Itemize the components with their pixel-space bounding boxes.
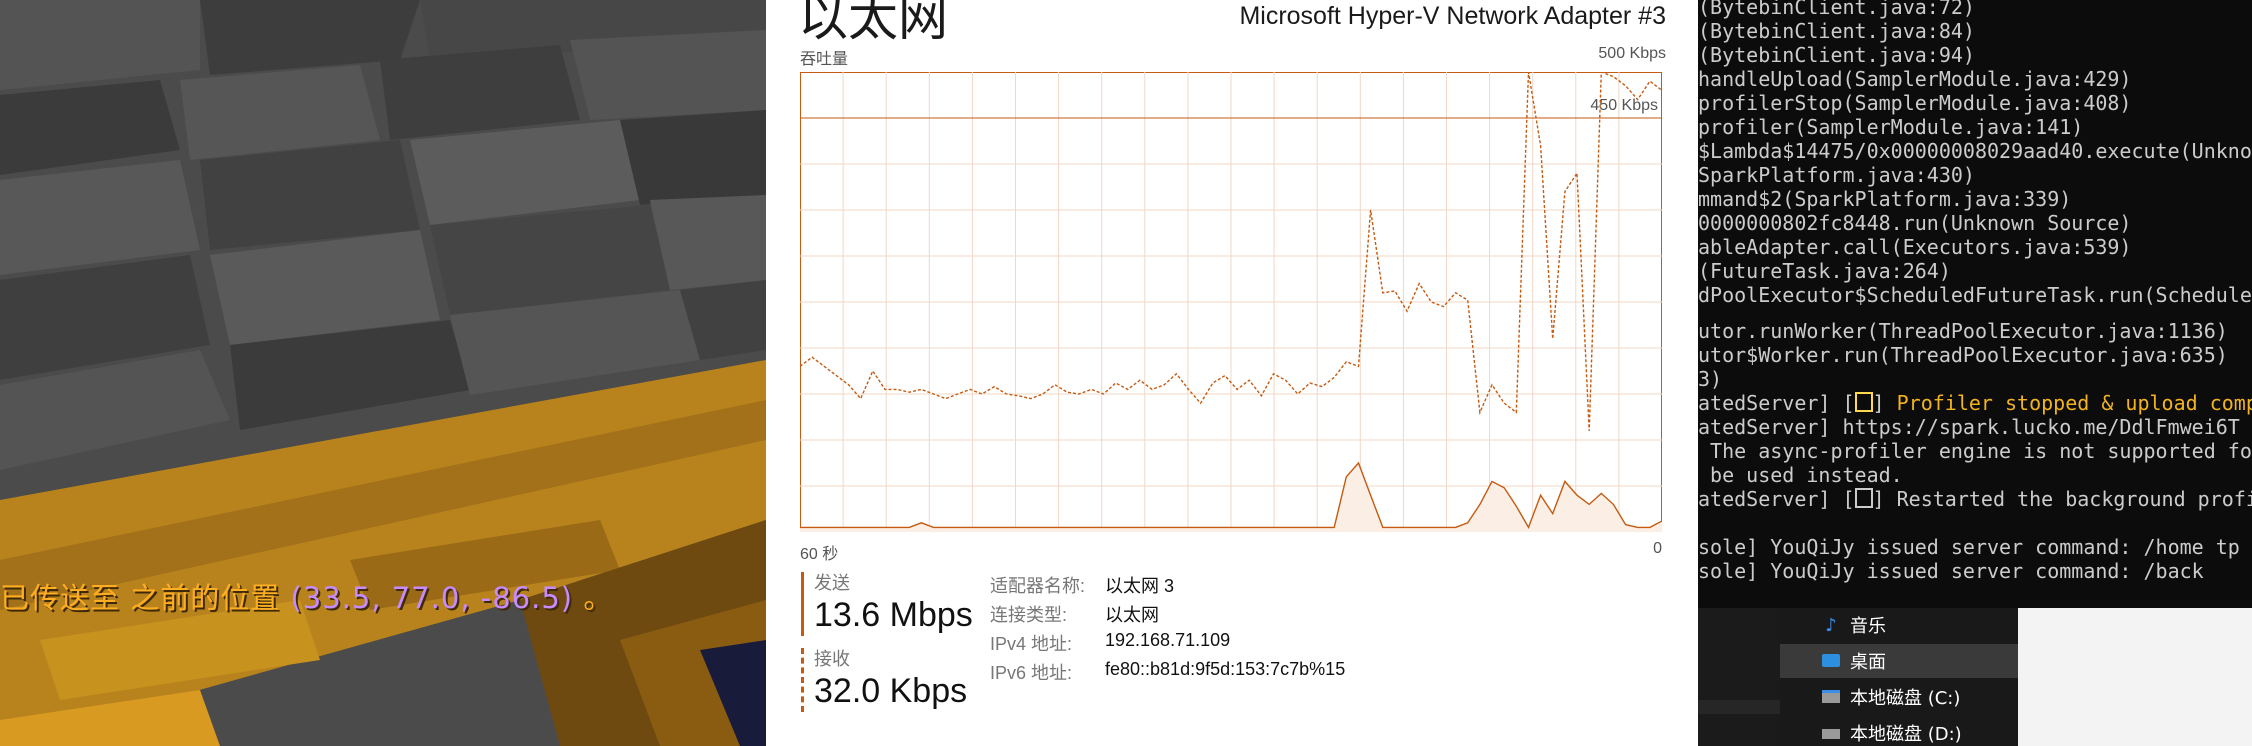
square-icon <box>1854 392 1873 412</box>
console-line: handleUpload(SamplerModule.java:429) <box>1698 67 2132 91</box>
chat-message: 已传送至 之前的位置 (33.5, 77.0, -86.5) 。 <box>0 575 613 617</box>
console-line: ableAdapter.call(Executors.java:539) <box>1698 235 2132 259</box>
send-value: 13.6 Mbps <box>814 596 973 634</box>
game-viewport: 已传送至 之前的位置 (33.5, 77.0, -86.5) 。 <box>0 0 766 746</box>
console-line: profilerStop(SamplerModule.java:408) <box>1698 91 2132 115</box>
console-line: dPoolExecutor$ScheduledFutureTask.run(Sc… <box>1698 283 2252 307</box>
send-stat[interactable]: 发送 13.6 Mbps <box>801 572 973 636</box>
music-note-icon: ♪ <box>1825 614 1837 636</box>
property-row: 适配器名称: 以太网 3 <box>990 572 1345 601</box>
explorer-details-pane <box>2018 608 2252 746</box>
chat-prefix: 已传送至 之前的位置 <box>0 581 291 615</box>
server-console[interactable]: (BytebinClient.java:72) (BytebinClient.j… <box>1698 0 2252 608</box>
receive-label: 接收 <box>814 649 850 669</box>
nav-item-label: 本地磁盘 (D:) <box>1850 724 1962 745</box>
console-line-url: atedServer] https://spark.lucko.me/DdlFm… <box>1698 415 2240 439</box>
send-label: 发送 <box>814 573 850 593</box>
console-line-command: sole] YouQiJy issued server command: /ho… <box>1698 535 2240 559</box>
nav-item-label: 音乐 <box>1850 616 1886 637</box>
chat-suffix: 。 <box>573 581 614 615</box>
drive-icon <box>1820 723 1842 744</box>
drive-icon <box>1820 687 1842 708</box>
console-line: utor.runWorker(ThreadPoolExecutor.java:1… <box>1698 319 2228 343</box>
task-manager-network-panel: 以太网 Microsoft Hyper-V Network Adapter #3… <box>766 0 1698 746</box>
console-prefix: atedServer] [ <box>1698 487 1855 511</box>
console-line-command: sole] YouQiJy issued server command: /ba… <box>1698 559 2204 583</box>
throughput-label: 吞吐量 <box>800 51 849 68</box>
console-line-profiler-stopped: atedServer] [] Profiler stopped & upload… <box>1698 391 2252 415</box>
console-bracket: ] <box>1872 487 1897 511</box>
console-line-restarted: atedServer] [] Restarted the background … <box>1698 487 2252 511</box>
console-line: 3) <box>1698 367 1723 391</box>
property-key: IPv6 地址: <box>990 663 1073 683</box>
x-axis-right-label: 0 <box>1653 540 1662 557</box>
chat-coordinates: (33.5, 77.0, -86.5) <box>290 581 574 615</box>
restarted-text: Restarted the background profi <box>1896 487 2252 511</box>
console-prefix: atedServer] [ <box>1698 391 1855 415</box>
console-line: (BytebinClient.java:94) <box>1698 43 1975 67</box>
receive-stat[interactable]: 接收 32.0 Kbps <box>801 648 967 712</box>
console-line: SparkPlatform.java:430) <box>1698 163 1975 187</box>
page-title: 以太网 <box>798 0 948 46</box>
adapter-name-heading: Microsoft Hyper-V Network Adapter #3 <box>1239 2 1666 30</box>
console-bracket: ] <box>1872 391 1897 415</box>
property-value: 以太网 <box>1105 605 1159 625</box>
square-icon <box>1854 488 1873 508</box>
nav-item-label: 桌面 <box>1850 652 1886 673</box>
property-row: IPv6 地址: fe80::b81d:9f5d:153:7c7b%15 <box>990 659 1345 688</box>
throughput-chart: 450 Kbps <box>800 72 1662 532</box>
desktop-icon <box>1820 651 1842 672</box>
console-line: utor$Worker.run(ThreadPoolExecutor.java:… <box>1698 343 2228 367</box>
property-row: IPv4 地址: 192.168.71.109 <box>990 630 1345 659</box>
console-line: (BytebinClient.java:72) <box>1698 0 1975 19</box>
console-line: (FutureTask.java:264) <box>1698 259 1951 283</box>
x-axis-left-label: 60 秒 <box>800 546 839 563</box>
property-value: fe80::b81d:9f5d:153:7c7b%15 <box>1105 659 1346 679</box>
console-line: 0000000802fc8448.run(Unknown Source) <box>1698 211 2132 235</box>
property-key: 连接类型: <box>990 605 1068 625</box>
console-line-warning: The async-profiler engine is not support… <box>1698 439 2252 463</box>
y-axis-max-label: 500 Kbps <box>1598 45 1666 62</box>
adapter-properties: 适配器名称: 以太网 3 连接类型: 以太网 IPv4 地址: 192.168.71.… <box>990 572 1345 688</box>
property-key: IPv4 地址: <box>990 634 1073 654</box>
console-line: mmand$2(SparkPlatform.java:339) <box>1698 187 2072 211</box>
stone-wall-background <box>0 0 766 746</box>
nav-item-label: 本地磁盘 (C:) <box>1850 688 1961 709</box>
console-line: profiler(SamplerModule.java:141) <box>1698 115 2084 139</box>
chart-grid <box>800 72 1662 532</box>
property-row: 连接类型: 以太网 <box>990 601 1345 630</box>
console-line: (BytebinClient.java:84) <box>1698 19 1975 43</box>
property-key: 适配器名称: <box>990 576 1086 596</box>
profiler-stopped-text: Profiler stopped & upload comp <box>1896 391 2252 415</box>
file-explorer-fragment: ♪ 音乐 桌面 本地磁盘 (C:) 本地磁盘 (D:) <box>1698 608 2252 746</box>
property-value: 以太网 3 <box>1105 576 1175 596</box>
receive-value: 32.0 Kbps <box>814 672 968 710</box>
property-value: 192.168.71.109 <box>1105 630 1231 650</box>
console-line-warning: be used instead. <box>1698 463 1903 487</box>
nav-item-desktop[interactable]: 桌面 <box>1780 644 2030 678</box>
console-line: $Lambda$14475/0x00000008029aad40.execute… <box>1698 139 2252 163</box>
divider <box>1698 700 1780 714</box>
explorer-content-pane <box>1698 608 1780 746</box>
